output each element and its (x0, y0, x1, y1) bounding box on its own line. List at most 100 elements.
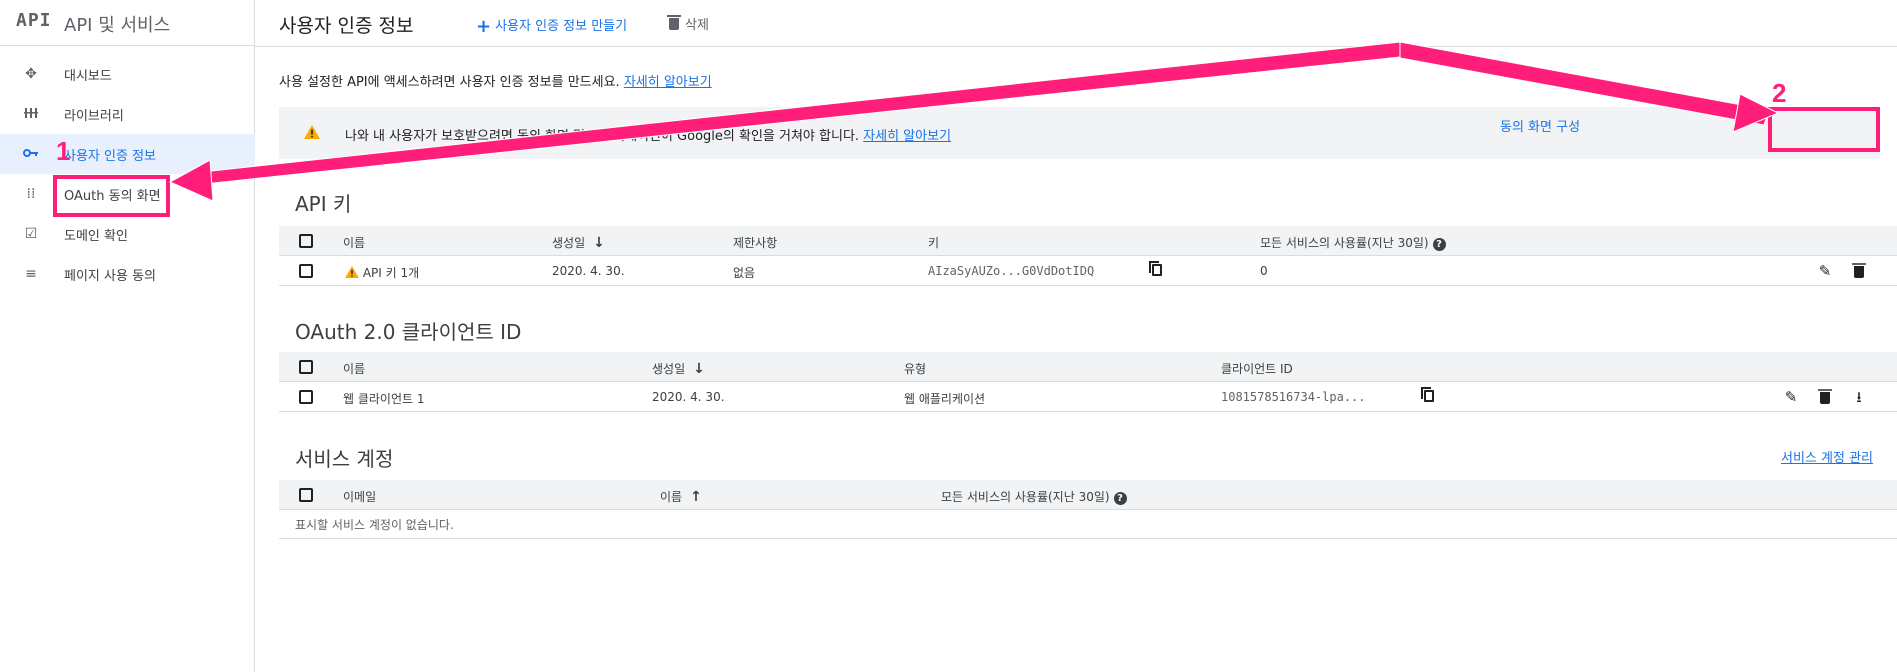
col-created-label: 생성일 (552, 236, 586, 250)
oauth-clients-header: 이름 생성일 ↓ 유형 클라이언트 ID (279, 352, 1897, 382)
domain-verify-icon: ☑ (24, 226, 38, 242)
sidebar-item-label: 페이지 사용 동의 (64, 269, 156, 284)
api-key-value: AIzaSyAUZo...G0VdDotIDQ (928, 264, 1095, 278)
sidebar-item-domain-verify[interactable]: ☑ 도메인 확인 (0, 214, 255, 254)
sidebar-item-credentials[interactable]: 사용자 인증 정보 (0, 134, 255, 174)
sidebar-item-library[interactable]: 라이브러리 (0, 94, 255, 134)
client-type: 웹 애플리케이션 (904, 392, 986, 406)
page-header: 사용자 인증 정보 + 사용자 인증 정보 만들기 삭제 (255, 0, 1897, 47)
annotation-number-1: 1 (56, 136, 71, 166)
sort-up-icon: ↑ (690, 489, 702, 505)
select-all-checkbox[interactable] (299, 234, 313, 248)
create-credentials-label: 사용자 인증 정보 만들기 (495, 19, 628, 34)
delete-icon[interactable] (1850, 262, 1868, 280)
api-logo: API (16, 10, 52, 31)
divider (279, 538, 1897, 539)
oauth-consent-icon: ⁞⁞ (26, 186, 36, 202)
select-all-checkbox[interactable] (299, 360, 313, 374)
col-key[interactable]: 키 (928, 234, 939, 251)
intro-message: 사용 설정한 API에 액세스하려면 사용자 인증 정보를 만드세요. (279, 75, 620, 90)
warning-icon (345, 266, 359, 278)
col-restriction[interactable]: 제한사항 (733, 234, 777, 251)
alert-message: 나와 내 사용자가 보호받으려면 동의 화면 및 애플리케이션이 Google의… (345, 129, 860, 144)
sidebar-header: API API 및 서비스 (0, 0, 255, 46)
dashboard-icon: ✥ (25, 66, 37, 82)
col-name-label: 이름 (660, 490, 683, 504)
alert-learn-more-link[interactable]: 자세히 알아보기 (863, 129, 951, 144)
page-title: 사용자 인증 정보 (279, 15, 414, 37)
copy-icon[interactable] (1421, 387, 1434, 402)
table-row[interactable]: 웹 클라이언트 1 2020. 4. 30. 웹 애플리케이션 10815785… (279, 382, 1897, 412)
trash-shape (1818, 389, 1832, 404)
api-key-name-cell[interactable]: API 키 1개 (345, 264, 419, 281)
client-id-value: 1081578516734-lpa... (1221, 390, 1366, 404)
plus-icon: + (476, 16, 492, 37)
col-usage: 모든 서비스의 사용률(지난 30일)? (941, 488, 1127, 505)
help-icon[interactable]: ? (1432, 238, 1446, 251)
help-icon[interactable]: ? (1113, 492, 1127, 505)
verification-alert: 나와 내 사용자가 보호받으려면 동의 화면 및 애플리케이션이 Google의… (279, 107, 1880, 159)
warning-icon (304, 124, 320, 143)
select-all-checkbox[interactable] (299, 488, 313, 502)
download-icon[interactable]: ⭳ (1850, 388, 1868, 406)
col-type[interactable]: 유형 (904, 360, 926, 377)
delete-icon[interactable] (1816, 388, 1834, 406)
col-usage-label: 모든 서비스의 사용률(지난 30일) (1260, 236, 1429, 250)
page-usage-icon: ≡ (25, 266, 37, 282)
edit-icon[interactable]: ✎ (1816, 262, 1834, 280)
col-name[interactable]: 이름 (343, 360, 365, 377)
col-client-id[interactable]: 클라이언트 ID (1221, 360, 1293, 377)
intro-text: 사용 설정한 API에 액세스하려면 사용자 인증 정보를 만드세요. 자세히 … (279, 71, 712, 90)
service-accounts-title: 서비스 계정 (295, 447, 394, 471)
annotation-number-2: 2 (1772, 78, 1787, 108)
sort-down-icon: ↓ (593, 235, 605, 251)
manage-service-accounts-link[interactable]: 서비스 계정 관리 (1781, 447, 1873, 466)
col-email[interactable]: 이메일 (343, 488, 376, 505)
created-date: 2020. 4. 30. (552, 264, 625, 278)
col-created[interactable]: 생성일 ↓ (652, 360, 705, 377)
table-row[interactable]: API 키 1개 2020. 4. 30. 없음 AIzaSyAUZo...G0… (279, 256, 1897, 286)
sidebar-item-page-usage[interactable]: ≡ 페이지 사용 동의 (0, 254, 255, 294)
restriction-value: 없음 (733, 266, 756, 280)
trash-shape (1852, 263, 1866, 278)
col-created[interactable]: 생성일 ↓ (552, 234, 605, 251)
api-keys-title: API 키 (295, 192, 352, 216)
delete-button[interactable]: 삭제 (667, 14, 709, 33)
col-usage: 모든 서비스의 사용률(지난 30일)? (1260, 234, 1446, 251)
created-date: 2020. 4. 30. (652, 390, 725, 404)
alert-text: 나와 내 사용자가 보호받으려면 동의 화면 및 애플리케이션이 Google의… (345, 125, 951, 144)
learn-more-link[interactable]: 자세히 알아보기 (624, 75, 712, 90)
annotation-highlight-1 (53, 175, 170, 217)
key-icon (22, 146, 40, 162)
copy-icon[interactable] (1149, 261, 1162, 276)
create-credentials-button[interactable]: + 사용자 인증 정보 만들기 (476, 14, 628, 37)
col-created-label: 생성일 (652, 362, 686, 376)
col-usage-label: 모든 서비스의 사용률(지난 30일) (941, 490, 1110, 504)
sidebar-item-label: 라이브러리 (64, 109, 124, 124)
col-name[interactable]: 이름 (343, 234, 365, 251)
trash-icon (667, 15, 681, 30)
col-name[interactable]: 이름 ↑ (660, 488, 702, 505)
edit-icon[interactable]: ✎ (1782, 388, 1800, 406)
library-icon (22, 106, 40, 122)
configure-consent-screen-button[interactable]: 동의 화면 구성 (1500, 116, 1580, 135)
delete-label: 삭제 (685, 18, 709, 33)
usage-value: 0 (1260, 264, 1268, 278)
sidebar-title[interactable]: API 및 서비스 (64, 11, 170, 37)
sort-down-icon: ↓ (693, 361, 705, 377)
sidebar-item-label: 사용자 인증 정보 (64, 149, 156, 164)
client-name[interactable]: 웹 클라이언트 1 (343, 390, 425, 407)
api-keys-header: 이름 생성일 ↓ 제한사항 키 모든 서비스의 사용률(지난 30일)? (279, 226, 1897, 256)
sidebar-item-label: 대시보드 (64, 69, 112, 84)
annotation-arrows (168, 41, 1780, 202)
sidebar-item-label: 도메인 확인 (64, 229, 128, 244)
row-checkbox[interactable] (299, 264, 313, 278)
sidebar-item-dashboard[interactable]: ✥ 대시보드 (0, 54, 255, 94)
api-key-name: API 키 1개 (362, 266, 420, 280)
sidebar: API API 및 서비스 ✥ 대시보드 라이브러리 사용자 인증 정보 ⁞⁞ … (0, 0, 255, 672)
oauth-clients-title: OAuth 2.0 클라이언트 ID (295, 320, 522, 344)
empty-message: 표시할 서비스 계정이 없습니다. (295, 518, 454, 532)
annotation-highlight-2 (1768, 107, 1880, 152)
row-checkbox[interactable] (299, 390, 313, 404)
service-accounts-header: 이메일 이름 ↑ 모든 서비스의 사용률(지난 30일)? (279, 480, 1897, 510)
